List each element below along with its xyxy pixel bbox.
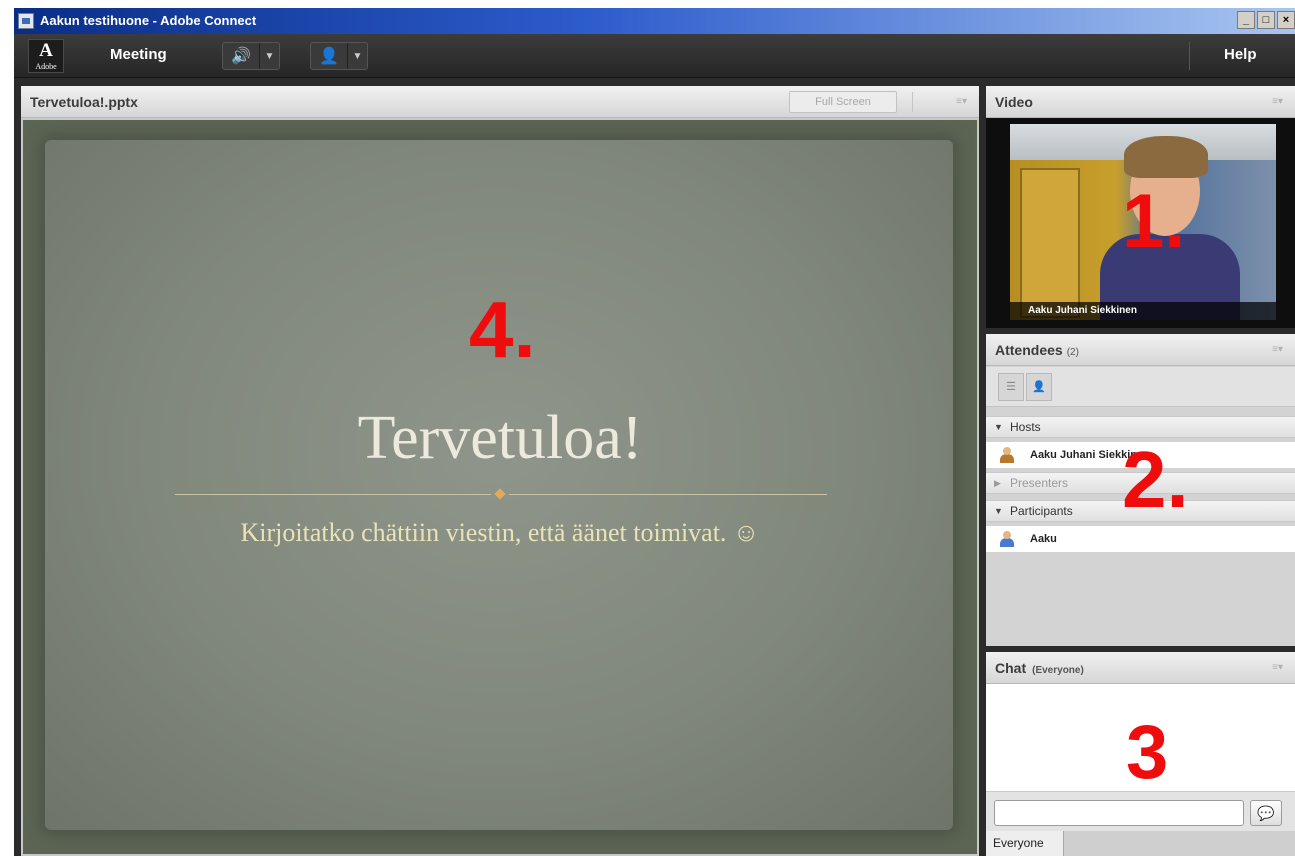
annotation-1: 1. bbox=[1122, 179, 1186, 264]
participant-user-icon bbox=[1000, 531, 1014, 547]
speech-bubble-icon: 💬 bbox=[1257, 805, 1275, 821]
annotation-4: 4. bbox=[469, 285, 536, 374]
speaker-button[interactable]: 🔊 bbox=[223, 43, 259, 69]
camera-voice-button[interactable]: 👤 bbox=[311, 43, 347, 69]
attendees-pod-header: Attendees (2) ≡▾ bbox=[986, 334, 1295, 366]
chat-messages[interactable]: 3 bbox=[986, 685, 1295, 791]
chat-input-bar: 💬 bbox=[986, 791, 1295, 831]
slide-subtitle: Kirjoitatko chättiin viestin, että äänet… bbox=[240, 518, 760, 547]
menu-divider bbox=[1189, 42, 1190, 70]
help-menu[interactable]: Help bbox=[1224, 46, 1257, 63]
share-pod-header: Tervetuloa!.pptx Full Screen ≡▾ bbox=[21, 86, 979, 118]
send-message-button[interactable]: 💬 bbox=[1250, 800, 1282, 826]
close-button[interactable]: × bbox=[1277, 11, 1295, 29]
attendees-pod-title: Attendees (2) bbox=[995, 342, 1079, 358]
slide-divider-right bbox=[509, 494, 827, 495]
presentation-slide: 4. Tervetuloa! Kirjoitatko chättiin vies… bbox=[23, 120, 977, 854]
chat-input[interactable] bbox=[994, 800, 1244, 826]
window-title: Aakun testihuone - Adobe Connect bbox=[40, 13, 257, 28]
slide-heading: Tervetuloa! bbox=[357, 404, 643, 472]
maximize-button[interactable]: □ bbox=[1257, 11, 1275, 29]
chat-title-text: Chat bbox=[995, 660, 1027, 676]
participants-section-label: Participants bbox=[1010, 504, 1073, 518]
slide-divider-left bbox=[175, 494, 491, 495]
video-person-hair bbox=[1124, 136, 1208, 178]
adobe-logo-word: Adobe bbox=[35, 62, 57, 71]
speaker-icon: 🔊 bbox=[231, 48, 251, 65]
video-pod: Video ≡▾ 1. Aaku Juhani Siekkinen bbox=[986, 86, 1295, 328]
presenters-section-label: Presenters bbox=[1010, 476, 1069, 490]
expand-triangle-icon: ▼ bbox=[994, 422, 1003, 432]
pod-options-icon[interactable]: ≡▾ bbox=[956, 96, 967, 107]
tab-everyone[interactable]: Everyone bbox=[986, 831, 1064, 856]
audio-dropdown[interactable]: 🔊 ▼ bbox=[222, 42, 280, 70]
attendees-title-text: Attendees bbox=[995, 342, 1063, 358]
app-icon bbox=[18, 13, 34, 29]
menu-bar: A Adobe Meeting 🔊 ▼ 👤 ▼ Help bbox=[14, 34, 1295, 78]
chat-pod-header: Chat (Everyone) ≡▾ bbox=[986, 652, 1295, 684]
chat-pod: Chat (Everyone) ≡▾ 3 💬 Everyone bbox=[986, 652, 1295, 856]
person-icon: 👤 bbox=[319, 48, 339, 65]
header-divider bbox=[912, 92, 913, 112]
annotation-3: 3 bbox=[1126, 710, 1169, 795]
status-view-button[interactable]: 👤 bbox=[1026, 373, 1052, 401]
title-bar: Aakun testihuone - Adobe Connect _ □ × bbox=[14, 8, 1295, 34]
collapsed-triangle-icon: ▶ bbox=[994, 478, 1001, 488]
chat-pod-title: Chat (Everyone) bbox=[995, 660, 1084, 676]
adobe-logo-glyph: A bbox=[39, 40, 53, 61]
attendees-toolbar: ☰ 👤 bbox=[986, 367, 1295, 407]
video-door bbox=[1020, 168, 1080, 318]
attendee-row-participant[interactable]: Aaku bbox=[986, 526, 1295, 552]
annotation-2: 2. bbox=[1122, 435, 1189, 524]
meeting-menu[interactable]: Meeting bbox=[110, 46, 167, 63]
video-name-caption: Aaku Juhani Siekkinen bbox=[1010, 302, 1276, 320]
host-user-icon bbox=[1000, 447, 1014, 463]
window-controls: _ □ × bbox=[1237, 11, 1295, 29]
hosts-section-label: Hosts bbox=[1010, 420, 1041, 434]
pod-options-icon[interactable]: ≡▾ bbox=[1272, 96, 1283, 107]
attendee-name: Aaku bbox=[1030, 533, 1057, 545]
minimize-button[interactable]: _ bbox=[1237, 11, 1255, 29]
list-view-button[interactable]: ☰ bbox=[998, 373, 1024, 401]
adobe-logo: A Adobe bbox=[28, 39, 64, 73]
pod-options-icon[interactable]: ≡▾ bbox=[1272, 662, 1283, 673]
attendee-count: (2) bbox=[1066, 347, 1079, 358]
attendees-pod: Attendees (2) ≡▾ ☰ 👤 ▼ Hosts Aaku Juhani … bbox=[986, 334, 1295, 646]
share-pod-title: Tervetuloa!.pptx bbox=[30, 94, 138, 110]
chat-audience: (Everyone) bbox=[1032, 665, 1084, 676]
pod-options-icon[interactable]: ≡▾ bbox=[1272, 344, 1283, 355]
share-pod: Tervetuloa!.pptx Full Screen ≡▾ 4. Terve… bbox=[21, 86, 979, 856]
full-screen-button[interactable]: Full Screen bbox=[789, 91, 897, 113]
chevron-down-icon[interactable]: ▼ bbox=[259, 43, 279, 69]
slide-paper-background bbox=[45, 140, 953, 830]
chevron-down-icon[interactable]: ▼ bbox=[347, 43, 367, 69]
video-pod-header: Video ≡▾ bbox=[986, 86, 1295, 118]
expand-triangle-icon: ▼ bbox=[994, 506, 1003, 516]
chat-tabs: Everyone bbox=[986, 831, 1295, 856]
video-pod-title: Video bbox=[995, 94, 1033, 110]
adobe-connect-window: Aakun testihuone - Adobe Connect _ □ × A… bbox=[14, 8, 1295, 856]
webcam-video[interactable]: 1. Aaku Juhani Siekkinen bbox=[1010, 124, 1276, 320]
camera-dropdown[interactable]: 👤 ▼ bbox=[310, 42, 368, 70]
